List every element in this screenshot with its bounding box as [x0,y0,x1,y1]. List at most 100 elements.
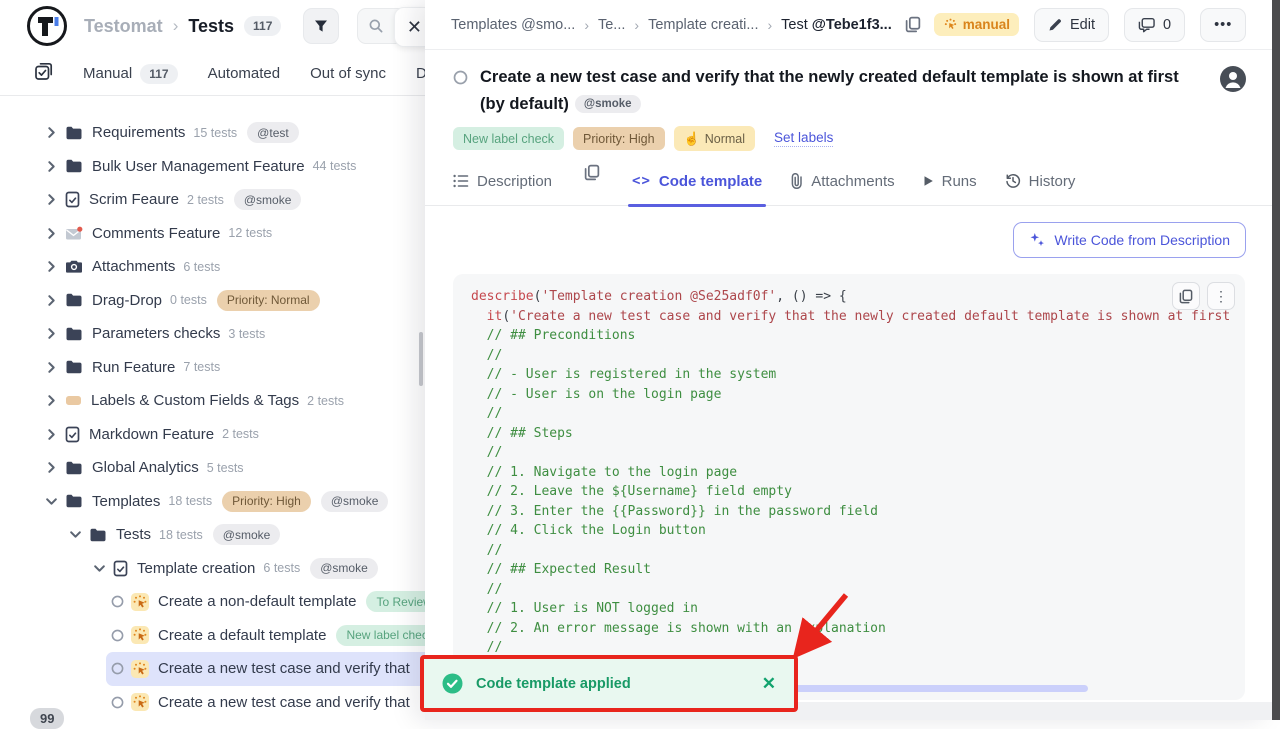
tree-scrollbar[interactable] [419,332,423,386]
tree-item-label: Template creation [137,560,255,577]
manual-count-badge: 117 [140,64,177,84]
copy-test-id-button[interactable] [901,12,925,37]
tree-item-label: Create a non-default template [158,593,356,610]
breadcrumb: Testomat › Tests 117 [84,16,281,37]
comments-button[interactable]: 0 [1124,8,1185,42]
copy-icon [905,16,921,33]
chevron-right-icon[interactable] [44,126,58,139]
tab-history[interactable]: History [1005,168,1076,206]
tree-item-label: Comments Feature [92,225,220,242]
test-circle-icon[interactable] [110,662,124,675]
test-title: Create a new test case and verify that t… [480,64,1192,118]
toast-code-template-applied: Code template applied ✕ [420,655,798,712]
chevron-right-icon[interactable] [44,160,58,173]
tree-item-label: Attachments [92,258,175,275]
tab-code-template[interactable]: <> Code template [632,168,762,206]
copy-code-button[interactable] [1172,282,1200,310]
tab-description[interactable]: Description [453,168,552,206]
tree-item-count: 0 tests [170,293,207,307]
chevron-down-icon[interactable] [68,528,82,541]
pencil-icon [1048,18,1062,32]
set-labels-link[interactable]: Set labels [774,130,833,147]
list-icon [453,174,469,188]
hand-icon: ☝ [684,131,700,147]
edit-button[interactable]: Edit [1034,8,1109,42]
filter-button[interactable] [303,8,339,44]
tree-item-label: Drag-Drop [92,292,162,309]
chevron-right-icon[interactable] [44,428,58,441]
doc-icon [113,560,128,577]
manual-test-icon [131,693,149,711]
sparkles-icon [1029,232,1045,248]
tag-icon [65,394,82,407]
manual-test-icon [131,660,149,678]
chevron-down-icon[interactable] [44,495,58,508]
test-circle-icon[interactable] [110,595,124,608]
app-name[interactable]: Testomat [84,16,163,37]
screen-edge [1272,0,1280,720]
chevron-down-icon[interactable] [92,562,106,575]
tree-item-count: 6 tests [263,561,300,575]
tree-item-count: 44 tests [313,159,357,173]
paperclip-icon [790,173,803,189]
tab-attachments[interactable]: Attachments [790,168,894,206]
tests-count-badge: 117 [244,16,281,36]
success-check-icon [442,673,463,694]
crumb-tests[interactable]: Te... [598,17,625,33]
write-code-from-description-button[interactable]: Write Code from Description [1013,222,1246,258]
tree-item-badge: @smoke [213,524,281,545]
annotation-arrow [770,585,860,660]
code-line: // ## Preconditions [471,326,1227,346]
more-actions-button[interactable]: ••• [1200,8,1246,42]
tab-runs[interactable]: Runs [923,168,977,206]
folder-icon [65,292,83,308]
toast-message: Code template applied [476,676,749,692]
tree-item-count: 18 tests [159,528,203,542]
copy-description-button[interactable] [580,160,604,185]
folder-icon [65,460,83,476]
chevron-right-icon[interactable] [44,193,58,206]
crumb-template-creation[interactable]: Template creati... [648,17,758,33]
tree-item-badge: Priority: High [222,491,311,512]
chevron-right-icon[interactable] [44,294,58,307]
code-line: // - User is registered in the system [471,365,1227,385]
tree-item-label: Create a new test case and verify that [158,660,410,677]
tab-out-of-sync[interactable]: Out of sync [310,65,386,82]
toast-close-button[interactable]: ✕ [762,674,776,694]
folder-icon [65,158,83,174]
tree-item-count: 5 tests [207,461,244,475]
tree-item-count: 7 tests [183,360,220,374]
chevron-right-icon[interactable] [44,327,58,340]
chevron-right-icon[interactable] [44,361,58,374]
select-all-icon[interactable] [34,62,53,86]
play-icon [923,175,934,187]
test-circle-icon[interactable] [110,696,124,709]
test-status-circle[interactable] [453,70,468,118]
code-more-button[interactable]: ⋮ [1207,282,1235,310]
label-priority-high: Priority: High [573,127,665,150]
manual-test-icon [131,593,149,611]
chevron-right-icon[interactable] [44,260,58,273]
chevron-right-icon[interactable] [44,394,58,407]
tree-item-count: 2 tests [222,427,259,441]
test-circle-icon[interactable] [110,629,124,642]
assignee-avatar[interactable] [1220,66,1246,97]
camera-icon [65,259,83,274]
tab-automated[interactable]: Automated [208,65,281,82]
label-normal: ☝Normal [674,126,755,151]
code-line: // 2. Leave the ${Username} field empty [471,482,1227,502]
tree-item-label: Create a default template [158,627,326,644]
tree-item-label: Run Feature [92,359,175,376]
tree-item-count: 2 tests [187,193,224,207]
crumb-templates[interactable]: Templates @smo... [451,17,575,33]
code-line: // [471,346,1227,366]
tab-manual[interactable]: Manual 117 [83,64,178,84]
testomat-logo-icon[interactable] [26,5,68,47]
test-title-block: Create a new test case and verify that t… [453,64,1213,118]
tree-item-badge: Priority: Normal [217,290,320,311]
code-line: it('Create a new test case and verify th… [471,307,1227,327]
chevron-right-icon[interactable] [44,461,58,474]
tree-item-count: 15 tests [193,126,237,140]
tree-item-badge: @test [247,122,299,143]
chevron-right-icon[interactable] [44,227,58,240]
